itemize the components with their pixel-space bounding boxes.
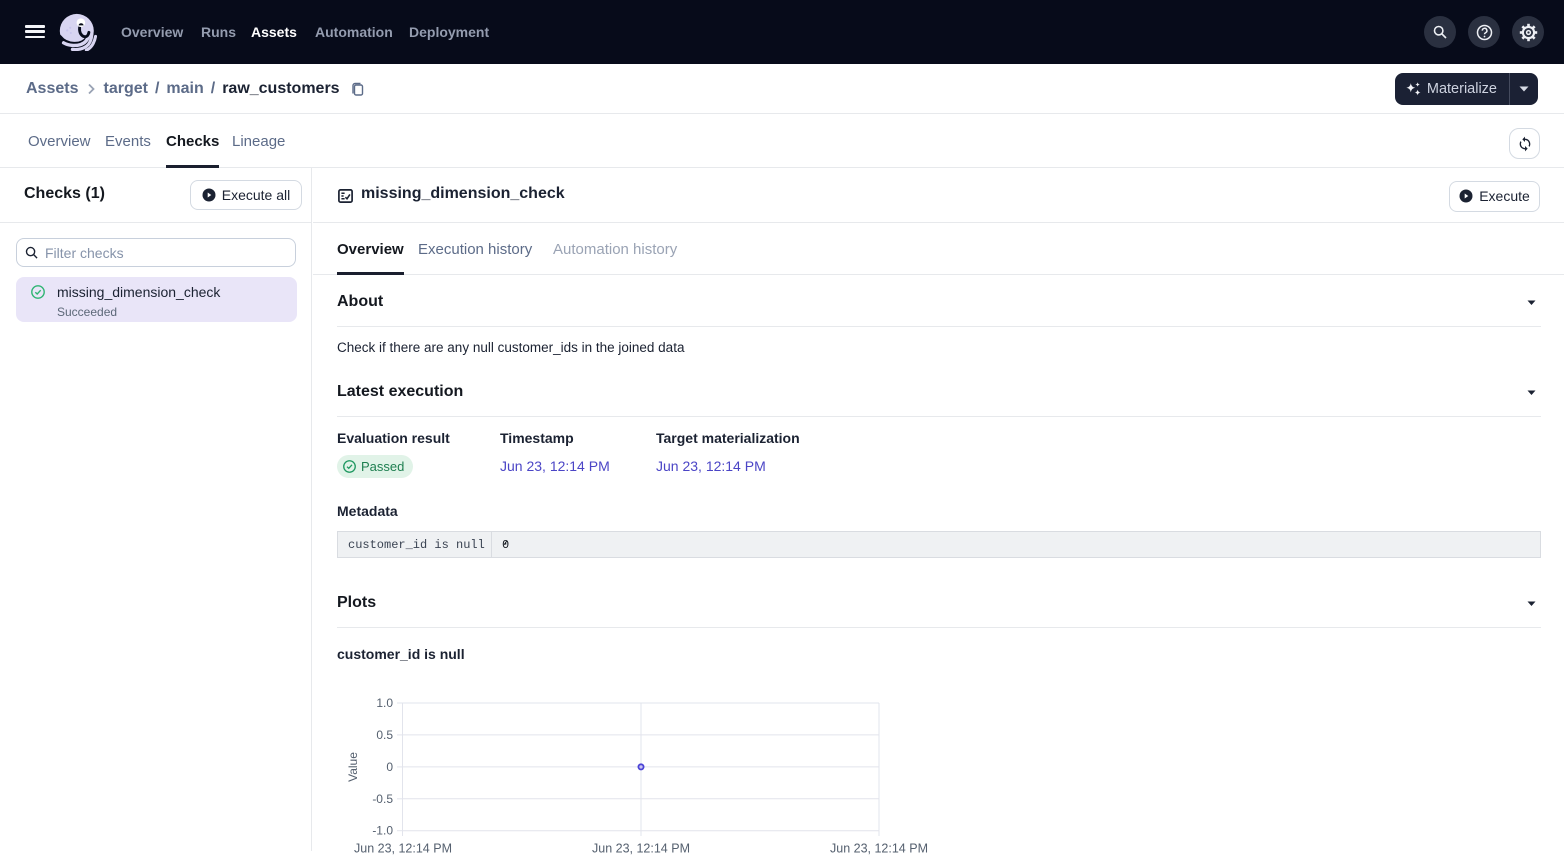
svg-text:Jun 23, 12:14 PM: Jun 23, 12:14 PM [354,842,452,856]
svg-text:0: 0 [386,760,393,774]
svg-text:-0.5: -0.5 [372,792,393,806]
svg-text:-1.0: -1.0 [372,824,393,838]
svg-text:Value: Value [346,752,360,782]
svg-text:1.0: 1.0 [376,696,393,710]
svg-text:Jun 23, 12:14 PM: Jun 23, 12:14 PM [592,842,690,856]
svg-text:0.5: 0.5 [376,728,393,742]
svg-text:Jun 23, 12:14 PM: Jun 23, 12:14 PM [830,842,928,856]
